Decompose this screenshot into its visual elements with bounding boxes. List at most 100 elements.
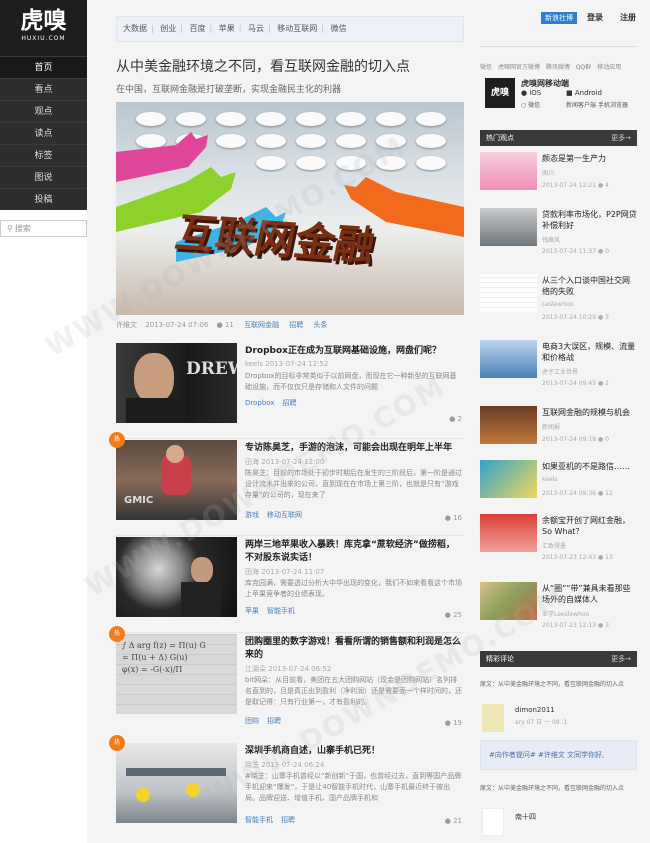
author-name[interactable]: 田海: [245, 458, 259, 466]
article-thumbnail[interactable]: DREW: [116, 343, 237, 423]
news-app-link[interactable]: 新闻客户端 手机浏览器: [566, 100, 628, 109]
article-item: 热 ∫ Δ arg f(z) = Π(u) G = Π(u + Δ) G(u) φ(…: [109, 626, 464, 730]
topic-tag[interactable]: 马云: [248, 24, 264, 33]
hot-item-title[interactable]: 颜态是第一生产力: [542, 153, 637, 164]
tag-link[interactable]: 招聘: [289, 321, 303, 329]
social-link-weibo[interactable]: 虎嗅网官方微博: [498, 64, 540, 71]
comment-username[interactable]: 南十四: [515, 812, 536, 822]
tag-link[interactable]: 苹果: [245, 607, 259, 615]
nav-item-tags[interactable]: 标签: [0, 144, 87, 166]
topic-tag[interactable]: 苹果: [219, 24, 235, 33]
social-link-tencent[interactable]: 腾讯微博: [546, 64, 570, 71]
article-title[interactable]: 团购圈里的数字游戏！看看所谓的销售额和利润是怎么来的: [245, 636, 463, 662]
article-tags: Dropbox 招聘: [245, 398, 305, 408]
register-link[interactable]: 注册: [620, 12, 636, 23]
tag-link[interactable]: 游戏: [245, 511, 259, 519]
hot-item-thumbnail[interactable]: [480, 274, 537, 312]
hot-item-thumbnail[interactable]: [480, 152, 537, 190]
comment-icon: ●: [444, 817, 454, 825]
hot-item-title[interactable]: 互联网金融的规模与机会: [542, 407, 637, 418]
app-download-box: 虎嗅 虎嗅网移动端 ● iOS ■ Android ○ 微信 新闻客户端 手机浏…: [480, 78, 637, 118]
author-name[interactable]: 许维文: [116, 321, 137, 329]
hot-item-thumbnail[interactable]: [480, 340, 537, 378]
tag-link[interactable]: 智能手机: [245, 816, 273, 824]
more-link[interactable]: 更多→: [611, 651, 631, 667]
app-logo[interactable]: 虎嗅: [485, 78, 515, 108]
featured-image[interactable]: 互联网金融: [116, 102, 464, 315]
topic-tag[interactable]: 移动互联网: [277, 24, 317, 33]
article-item: 热 GMIC 专访陈昊芝，手游的泡沫，可能会出现在明年上半年 田海 2013-0…: [109, 432, 464, 536]
hot-item-title[interactable]: 电商3大误区，规模、流量和价格战: [542, 341, 637, 363]
comment-icon: ●: [216, 321, 223, 329]
topic-tag[interactable]: 百度: [190, 24, 206, 33]
social-link-wechat[interactable]: 微信: [480, 64, 492, 71]
comment-icon: ●: [449, 415, 458, 423]
avatar[interactable]: [482, 704, 504, 732]
article-meta: 田海 2013-07-24 12:00: [245, 457, 324, 467]
search-input[interactable]: ⚲ 搜索: [0, 220, 87, 237]
article-title[interactable]: 专访陈昊芝，手游的泡沫，可能会出现在明年上半年: [245, 442, 463, 455]
nav-item-guandian[interactable]: 观点: [0, 100, 87, 122]
avatar[interactable]: [482, 808, 504, 836]
article-title[interactable]: 两岸三地苹果收入暴跌！库克拿“蔗软经济”做捞稻，不对股东说实话！: [245, 539, 463, 565]
article-thumbnail[interactable]: [116, 743, 237, 823]
article-thumbnail[interactable]: [116, 537, 237, 617]
tag-link[interactable]: 招聘: [267, 717, 281, 725]
nav-item-kandian[interactable]: 看点: [0, 78, 87, 100]
hot-item-title[interactable]: 贷款利率市场化，P2P网贷补偿利好: [542, 209, 637, 231]
ios-link[interactable]: ● iOS: [521, 89, 541, 97]
hot-item-title[interactable]: 余额宝开创了网红金融，So What？: [542, 515, 637, 537]
comment-source[interactable]: 原文：从中美金融环境之不同，看互联网金融的切入点: [480, 784, 637, 793]
follow-button[interactable]: 新浪社博: [541, 12, 577, 24]
tag-link[interactable]: 头条: [314, 321, 328, 329]
hot-item-thumbnail[interactable]: [480, 208, 537, 246]
hot-item-thumbnail[interactable]: [480, 514, 537, 552]
tag-link[interactable]: 团购: [245, 717, 259, 725]
hot-item-thumbnail[interactable]: [480, 460, 537, 498]
publish-date: 2013-07-24 06:52: [268, 665, 332, 673]
hot-opinions-header: 热门观点 更多→: [480, 130, 637, 146]
android-link[interactable]: ■ Android: [566, 89, 602, 97]
article-excerpt: #晓芝：山寨手机曾经以“新创新”于国，也曾经过去，直到等国产品牌手机迎来“爆发”…: [245, 772, 462, 802]
tag-link[interactable]: Dropbox: [245, 399, 275, 407]
comment-source[interactable]: 原文：从中美金融环境之不同，看互联网金融的切入点: [480, 680, 637, 689]
nav-item-tougao[interactable]: 投稿: [0, 188, 87, 210]
tag-link[interactable]: 智能手机: [267, 607, 295, 615]
article-thumbnail[interactable]: ∫ Δ arg f(z) = Π(u) G = Π(u + Δ) G(u) φ(x)…: [116, 634, 237, 714]
author-name[interactable]: 田海: [245, 568, 259, 576]
article-excerpt: bit网朵：从目前看，美团在五大团购网站（现金是团购网站）名列排名直到的，且是真…: [245, 676, 462, 706]
tag-link[interactable]: 移动互联网: [267, 511, 302, 519]
comment-username[interactable]: dimon2011: [515, 706, 555, 714]
author-name[interactable]: keels: [245, 360, 263, 368]
featured-title[interactable]: 从中美金融环境之不同，看互联网金融的切入点: [116, 56, 410, 76]
more-link[interactable]: 更多→: [611, 130, 631, 146]
social-link-mobile[interactable]: 移动应用: [597, 64, 621, 71]
author-name[interactable]: 江湖朵: [245, 665, 266, 673]
topic-tag[interactable]: 微信: [331, 24, 347, 33]
article-title[interactable]: Dropbox正在成为互联网基础设施，网盘们呢？: [245, 345, 463, 358]
hot-item-meta: 2013-07-23 12:43 ● 13: [542, 554, 613, 561]
topic-tag[interactable]: 创业: [160, 24, 176, 33]
nav-item-tushuo[interactable]: 图说: [0, 166, 87, 188]
article-thumbnail[interactable]: GMIC: [116, 440, 237, 520]
hot-item-title[interactable]: 如果亚机的不是路信……: [542, 461, 637, 472]
social-link-qq[interactable]: QQ群: [576, 64, 591, 71]
thumb-caption: DREW: [186, 359, 237, 379]
tag-link[interactable]: 互联网金融: [244, 321, 279, 329]
nav-item-home[interactable]: 首页: [0, 56, 87, 78]
social-links: 微信 虎嗅网官方微博 腾讯微博 QQ群 移动应用: [480, 62, 637, 71]
hot-item-thumbnail[interactable]: [480, 406, 537, 444]
login-link[interactable]: 登录: [587, 12, 603, 23]
wechat-link[interactable]: ○ 微信: [521, 100, 540, 109]
author-name[interactable]: 晓芝: [245, 761, 259, 769]
nav-item-dudian[interactable]: 读点: [0, 122, 87, 144]
tag-link[interactable]: 招聘: [283, 399, 297, 407]
article-title[interactable]: 深圳手机商自述，山寨手机已死！: [245, 745, 463, 758]
hot-item-title[interactable]: 从“圈”“带”兼具未看那些场外的自媒体人: [542, 583, 637, 605]
site-logo[interactable]: 虎嗅 HUXIU.COM: [0, 0, 87, 56]
hot-item-meta: 2013-07-23 12:13 ● 3: [542, 622, 609, 629]
hot-item-title[interactable]: 从三个入口谈中国社交网络的失败: [542, 275, 637, 297]
hot-item-thumbnail[interactable]: [480, 582, 537, 620]
topic-tag[interactable]: 大数据: [123, 24, 147, 33]
tag-link[interactable]: 招聘: [281, 816, 295, 824]
